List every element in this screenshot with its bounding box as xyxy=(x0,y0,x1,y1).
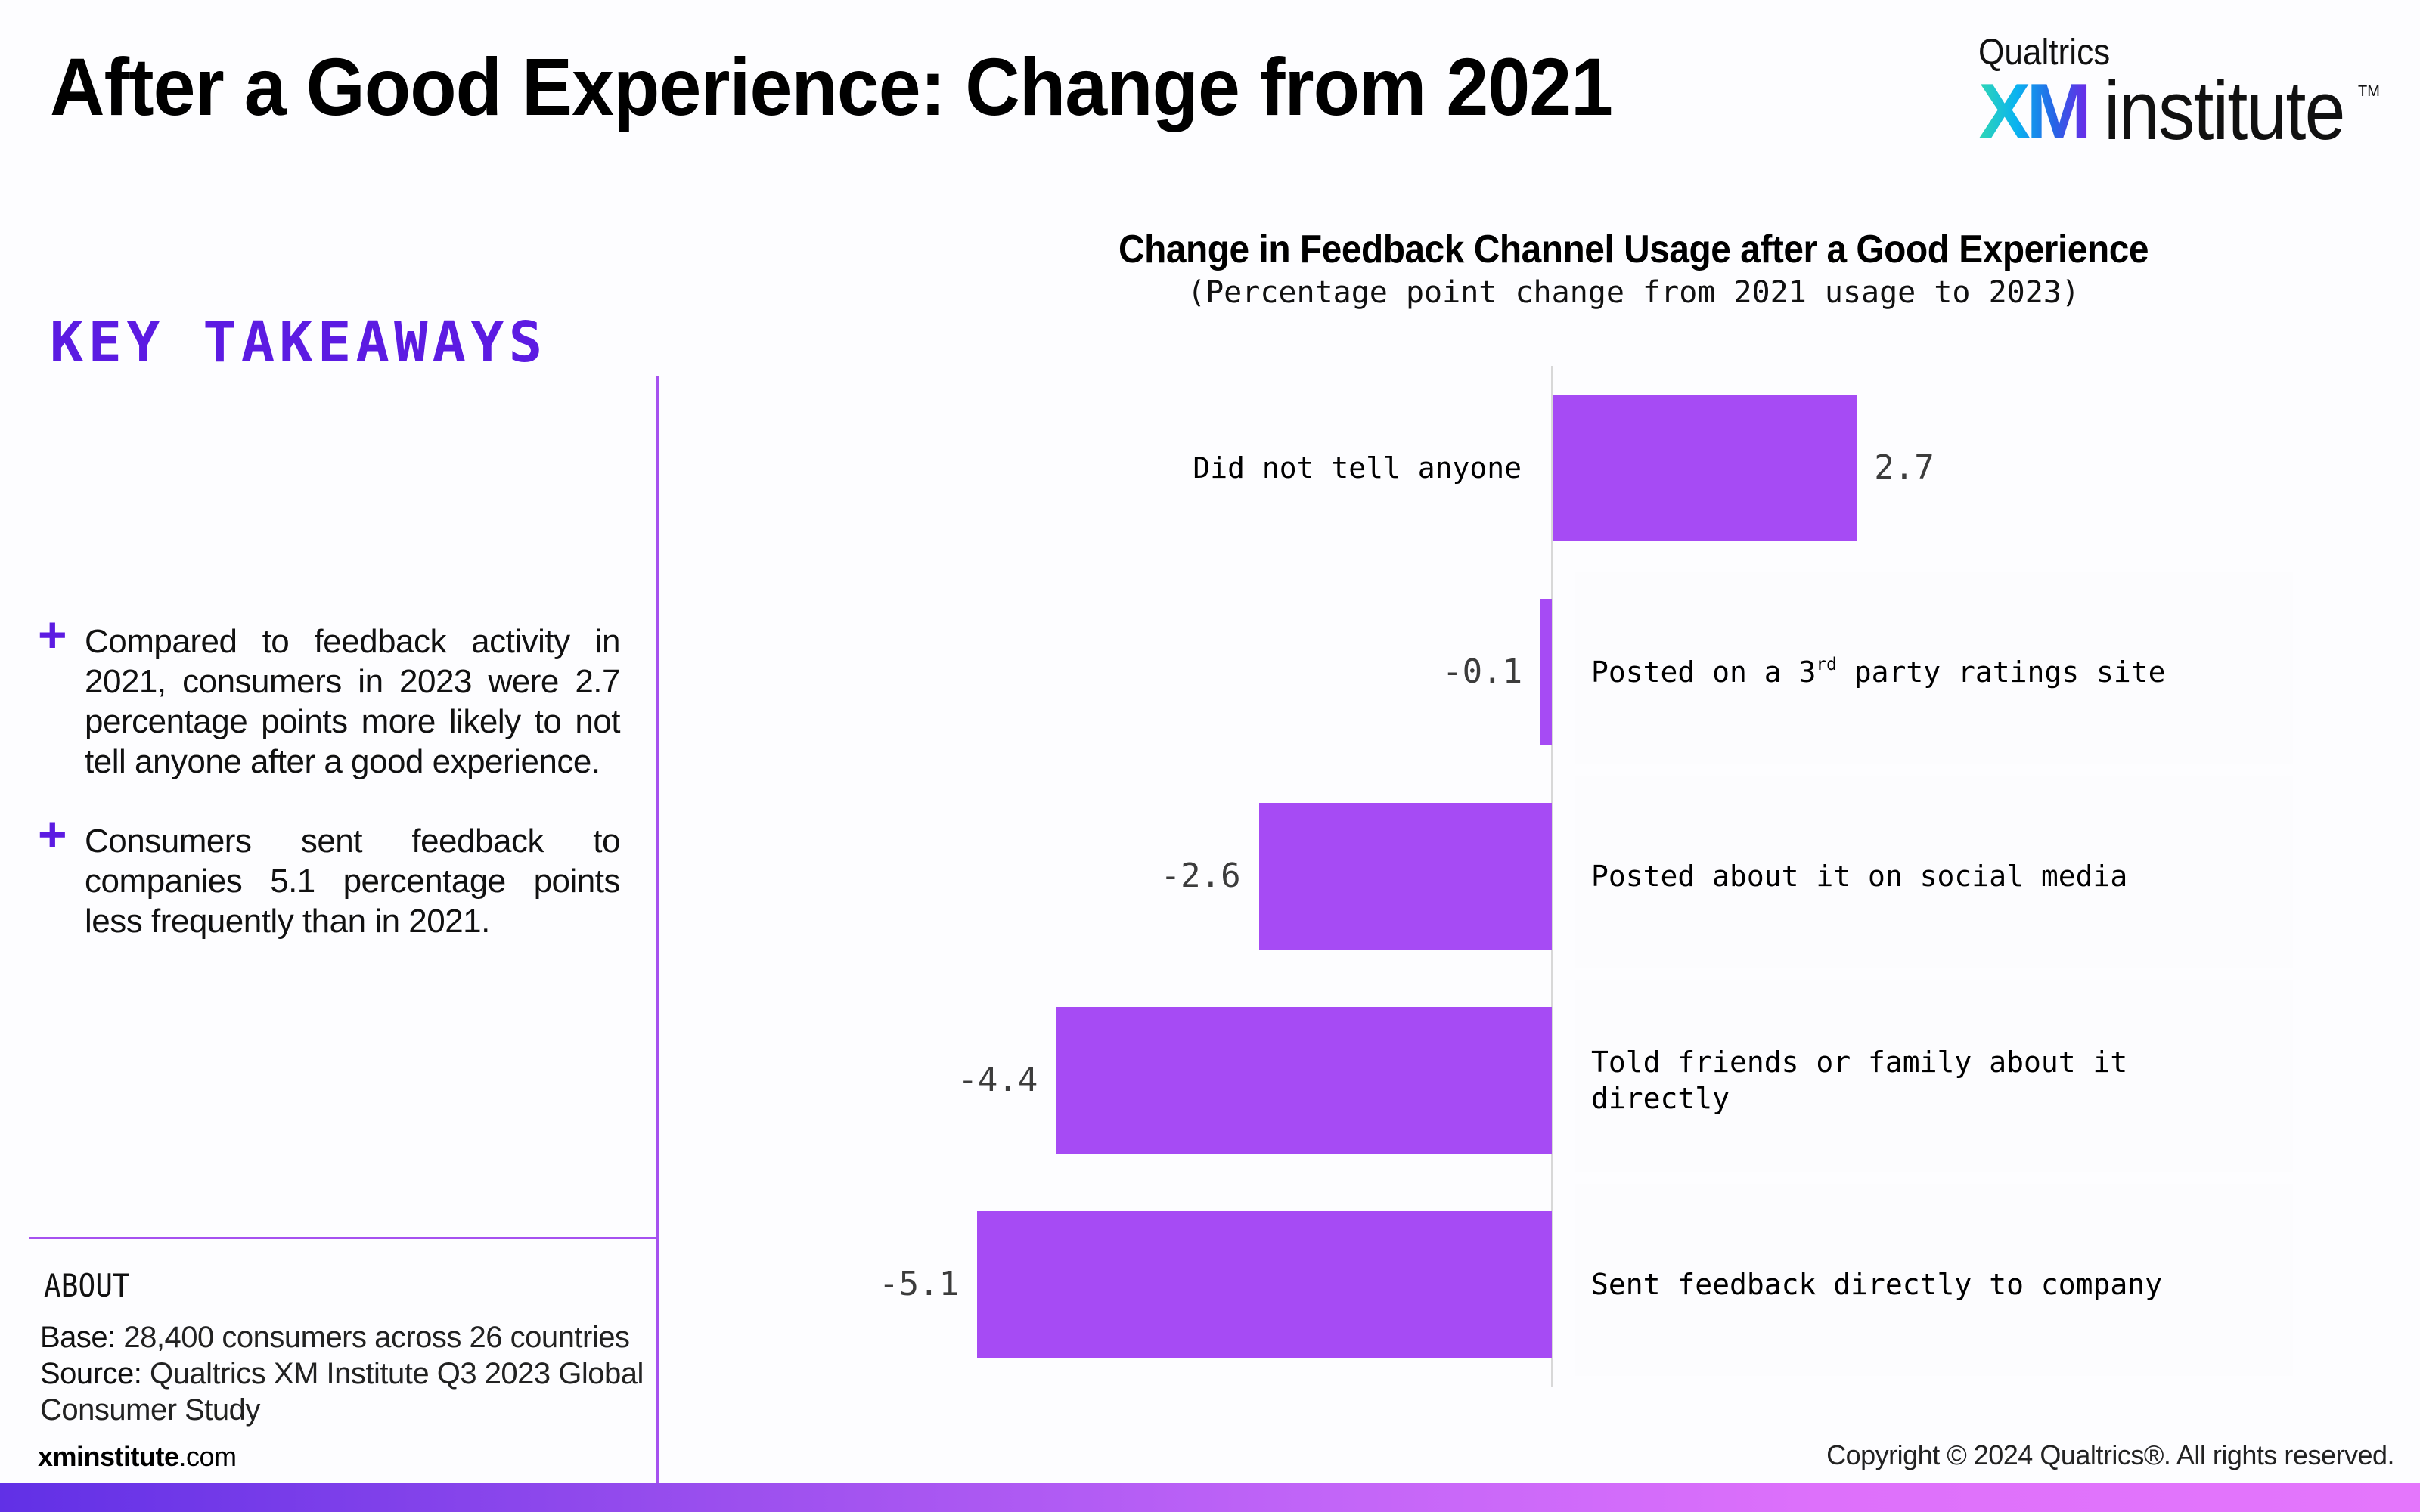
data-label: -2.6 xyxy=(1160,857,1241,895)
about-body: Base: 28,400 consumers across 26 countri… xyxy=(40,1319,660,1428)
takeaway-item: + Compared to feedback activity in 2021,… xyxy=(38,609,621,782)
bar[interactable] xyxy=(1258,803,1552,950)
bar[interactable] xyxy=(1540,599,1552,745)
category-label: Told friends or family about it directly xyxy=(1591,1044,2127,1117)
data-label: -5.1 xyxy=(879,1265,960,1303)
data-label: -4.4 xyxy=(957,1061,1038,1099)
category-label-text: Posted about it on social media xyxy=(1591,860,2128,893)
about-source: Source: Qualtrics XM Institute Q3 2023 G… xyxy=(40,1356,660,1428)
category-label-text: Sent feedback directly to company xyxy=(1591,1268,2162,1301)
chart-subtitle: (Percentage point change from 2021 usage… xyxy=(1187,275,2080,310)
category-label-text: party ratings site xyxy=(1836,655,2166,689)
category-label: Posted about it on social media xyxy=(1591,858,2127,894)
category-label-text: Told friends or family about it directly xyxy=(1591,1046,2128,1115)
category-label-text: Posted on a 3 xyxy=(1591,655,1817,689)
footer-gradient-bar xyxy=(0,1483,2420,1512)
copyright-text: Copyright © 2024 Qualtrics®. All rights … xyxy=(1826,1439,2394,1470)
category-label: Did not tell anyone xyxy=(1193,450,1522,486)
base-label: Base: xyxy=(40,1321,116,1354)
category-label-text: Did not tell anyone xyxy=(1193,451,1522,485)
about-divider xyxy=(29,1237,658,1239)
qualtrics-xm-institute-logo: Qualtrics XM institute TM xyxy=(1978,32,2387,153)
takeaway-item: + Consumers sent feedback to companies 5… xyxy=(38,809,621,941)
sidebar-vertical-divider xyxy=(656,376,659,1483)
bar[interactable] xyxy=(1553,395,1858,541)
takeaway-text: Consumers sent feedback to companies 5.1… xyxy=(85,823,621,940)
bar[interactable] xyxy=(977,1211,1552,1358)
takeaway-text: Compared to feedback activity in 2021, c… xyxy=(85,623,621,780)
takeaways-list: + Compared to feedback activity in 2021,… xyxy=(38,609,621,981)
data-label: 2.7 xyxy=(1874,448,1934,487)
bar[interactable] xyxy=(1056,1007,1552,1154)
site-link-domain: .com xyxy=(178,1441,237,1472)
logo-trademark: TM xyxy=(2358,83,2380,100)
category-label: Posted on a 3rd party ratings site xyxy=(1591,654,2166,690)
page-title: After a Good Experience: Change from 202… xyxy=(50,41,1613,132)
logo-institute-text: institute xyxy=(2104,64,2346,157)
logo-xm-text: XM xyxy=(1978,68,2092,156)
about-base: Base: 28,400 consumers across 26 countri… xyxy=(40,1319,660,1356)
about-heading: ABOUT xyxy=(44,1267,130,1304)
source-label: Source: xyxy=(40,1357,142,1390)
base-value: 28,400 consumers across 26 countries xyxy=(123,1321,630,1354)
plus-icon: + xyxy=(38,606,67,662)
category-label: Sent feedback directly to company xyxy=(1591,1266,2162,1303)
data-label: -0.1 xyxy=(1442,652,1523,691)
xminstitute-link[interactable]: xminstitute.com xyxy=(38,1441,237,1473)
category-label-superscript: rd xyxy=(1816,655,1837,675)
key-takeaways-heading: KEY TAKEAWAYS xyxy=(50,310,548,375)
plus-icon: + xyxy=(38,806,67,862)
site-link-bold: xminstitute xyxy=(38,1441,179,1472)
chart-title: Change in Feedback Channel Usage after a… xyxy=(1118,228,2149,271)
logo-qualtrics-text: Qualtrics xyxy=(1978,33,2111,73)
